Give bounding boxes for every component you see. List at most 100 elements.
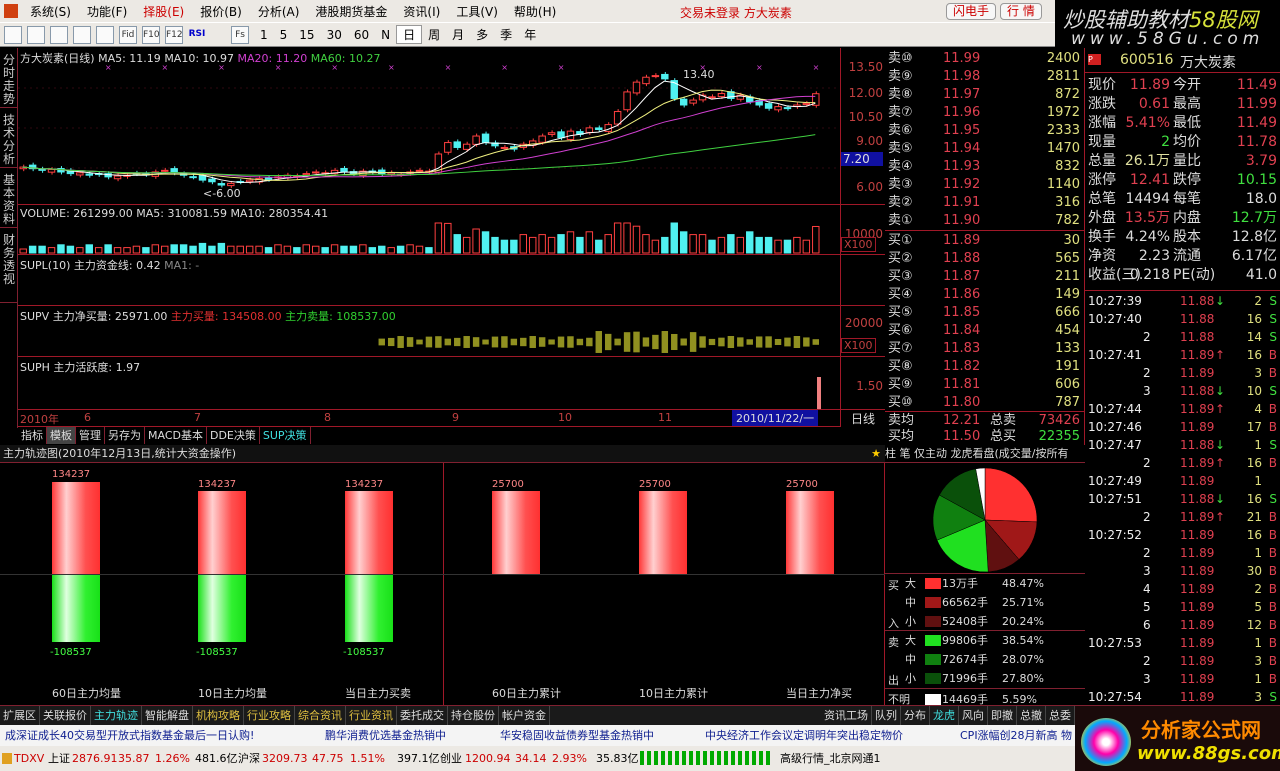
- toolbar-icon[interactable]: [27, 25, 45, 44]
- bottom-tab[interactable]: 综合资讯: [295, 706, 346, 725]
- toolbar-icon[interactable]: [4, 25, 22, 44]
- news-item[interactable]: 华安稳固收益债券型基金热销中: [500, 725, 654, 746]
- period-button[interactable]: 1: [254, 28, 274, 42]
- legend-row: 大 99806手 38.54%: [885, 631, 1085, 650]
- order-row[interactable]: 买⑨ 11.81 606: [885, 376, 1085, 394]
- bottom-tab[interactable]: 行业资讯: [346, 706, 397, 725]
- info-tab[interactable]: 分布: [901, 706, 930, 725]
- bottom-tab[interactable]: 委托成交: [397, 706, 448, 725]
- pie-tabs[interactable]: 柱 笔 仅主动 龙虎看盘(成交量/按所有: [885, 445, 1085, 463]
- order-row[interactable]: 买⑩ 11.80 787: [885, 394, 1085, 412]
- menu-item[interactable]: 系统(S): [22, 3, 79, 20]
- fs-button[interactable]: Fs: [231, 25, 249, 44]
- vtab[interactable]: 技术分析: [0, 108, 18, 168]
- cycle-button[interactable]: 月: [446, 26, 470, 43]
- indicator-tab[interactable]: 另存为: [105, 427, 145, 444]
- news-item[interactable]: CPI涨幅创28月新高 物: [960, 725, 1072, 746]
- vtab[interactable]: 基本资料: [0, 168, 18, 228]
- bottom-tab[interactable]: 机构攻略: [193, 706, 244, 725]
- info-tab[interactable]: 即撤: [988, 706, 1017, 725]
- bottom-tab[interactable]: 主力轨迹: [91, 706, 142, 725]
- cycle-button[interactable]: 季: [494, 26, 518, 43]
- order-row[interactable]: 买② 11.88 565: [885, 250, 1085, 268]
- candle: [189, 176, 197, 179]
- toolbar-icon[interactable]: [50, 25, 68, 44]
- order-row[interactable]: 卖④ 11.93 832: [885, 158, 1085, 176]
- period-button[interactable]: 60: [348, 28, 375, 42]
- signal-marker: ×: [445, 63, 452, 72]
- order-row[interactable]: 买① 11.89 30: [885, 232, 1085, 250]
- indicator-tab[interactable]: MACD基本: [145, 427, 207, 444]
- news-item[interactable]: 中央经济工作会议定调明年突出稳定物价: [705, 725, 903, 746]
- toolbar-icon[interactable]: [73, 25, 91, 44]
- bottom-tab[interactable]: 关联报价: [40, 706, 91, 725]
- bottom-tab[interactable]: 行业攻略: [244, 706, 295, 725]
- flash-trade-button[interactable]: 闪电手: [946, 3, 997, 20]
- indicator-tab[interactable]: DDE决策: [207, 427, 260, 444]
- menu-item[interactable]: 分析(A): [250, 3, 308, 20]
- signal-marker: ×: [813, 63, 820, 72]
- bottom-tab[interactable]: 智能解盘: [142, 706, 193, 725]
- bar-caption: 10日主力累计: [639, 687, 708, 700]
- info-tab[interactable]: 资讯工场: [821, 706, 872, 725]
- order-row[interactable]: 卖② 11.91 316: [885, 194, 1085, 212]
- order-row[interactable]: 卖⑨ 11.98 2811: [885, 68, 1085, 86]
- cycle-button[interactable]: 周: [422, 26, 446, 43]
- info-tab[interactable]: 总委: [1046, 706, 1075, 725]
- order-row[interactable]: 卖③ 11.92 1140: [885, 176, 1085, 194]
- news-item[interactable]: 鹏华消费优选基金热销中: [325, 725, 446, 746]
- quotes-button[interactable]: 行 情: [1000, 3, 1042, 20]
- order-row[interactable]: 卖⑧ 11.97 872: [885, 86, 1085, 104]
- vtab[interactable]: 财务透视: [0, 228, 18, 303]
- period-label[interactable]: 日线: [840, 410, 885, 427]
- star-icon[interactable]: ★: [871, 445, 881, 463]
- info-tab[interactable]: 龙虎: [930, 706, 959, 725]
- bottom-tab[interactable]: 帐户资金: [499, 706, 550, 725]
- menu-item[interactable]: 报价(B): [192, 3, 250, 20]
- order-row[interactable]: 买⑦ 11.83 133: [885, 340, 1085, 358]
- menu-item[interactable]: 资讯(I): [395, 3, 448, 20]
- order-row[interactable]: 卖⑦ 11.96 1972: [885, 104, 1085, 122]
- kline-pane[interactable]: 方大炭素(日线) MA5: 11.19 MA10: 10.97 MA20: 11…: [18, 48, 840, 205]
- order-row[interactable]: 卖⑤ 11.94 1470: [885, 140, 1085, 158]
- menu-item[interactable]: 择股(E): [135, 3, 192, 20]
- info-tab[interactable]: 队列: [872, 706, 901, 725]
- order-row[interactable]: 卖① 11.90 782: [885, 212, 1085, 230]
- order-row[interactable]: 买④ 11.86 149: [885, 286, 1085, 304]
- toolbar-icon[interactable]: [96, 25, 114, 44]
- menu-item[interactable]: 工具(V): [448, 3, 506, 20]
- news-item[interactable]: 成深证成长40交易型开放式指数基金最后一日认购!: [5, 725, 254, 746]
- toolbar-icon-rsi[interactable]: RSI: [188, 26, 206, 44]
- toolbar-icon-fid[interactable]: Fid: [119, 25, 137, 44]
- order-row[interactable]: 买⑧ 11.82 191: [885, 358, 1085, 376]
- bottom-tab[interactable]: 持仓股份: [448, 706, 499, 725]
- bottom-tab[interactable]: 扩展区: [0, 706, 40, 725]
- vtab[interactable]: 分时走势: [0, 48, 18, 108]
- cycle-button[interactable]: 多: [470, 26, 494, 43]
- order-row[interactable]: 买③ 11.87 211: [885, 268, 1085, 286]
- indicator-tab[interactable]: 指标: [18, 427, 47, 444]
- indicator-tab[interactable]: SUP决策: [260, 427, 311, 444]
- tick-price: 11.89: [1180, 582, 1215, 596]
- menu-item[interactable]: 港股期货基金: [307, 3, 395, 20]
- info-tab[interactable]: 总撤: [1017, 706, 1046, 725]
- info-tab[interactable]: 风向: [959, 706, 988, 725]
- indicator-tab[interactable]: 模板: [47, 427, 76, 444]
- cycle-button[interactable]: 日: [396, 25, 423, 44]
- order-row[interactable]: 卖⑥ 11.95 2333: [885, 122, 1085, 140]
- period-button[interactable]: 15: [293, 28, 320, 42]
- period-button[interactable]: 5: [274, 28, 294, 42]
- period-button[interactable]: 30: [321, 28, 348, 42]
- cycle-button[interactable]: 年: [518, 26, 542, 43]
- order-row[interactable]: 买⑥ 11.84 454: [885, 322, 1085, 340]
- indicator-tab[interactable]: 管理: [76, 427, 105, 444]
- toolbar-icon-f12[interactable]: F12: [165, 25, 183, 44]
- tick-list[interactable]: 10:27:39 11.88 ↓ 2 S 10:27:40 11.88 16 S 2 11.88 14…: [1085, 290, 1280, 705]
- menu-item[interactable]: 帮助(H): [506, 3, 564, 20]
- order-row[interactable]: 买⑤ 11.85 666: [885, 304, 1085, 322]
- period-button[interactable]: N: [375, 28, 396, 42]
- order-row[interactable]: 卖⑩ 11.99 2400: [885, 50, 1085, 68]
- status-cy-chg: 34.14: [515, 752, 547, 765]
- menu-item[interactable]: 功能(F): [79, 3, 135, 20]
- toolbar-icon-f10[interactable]: F10: [142, 25, 160, 44]
